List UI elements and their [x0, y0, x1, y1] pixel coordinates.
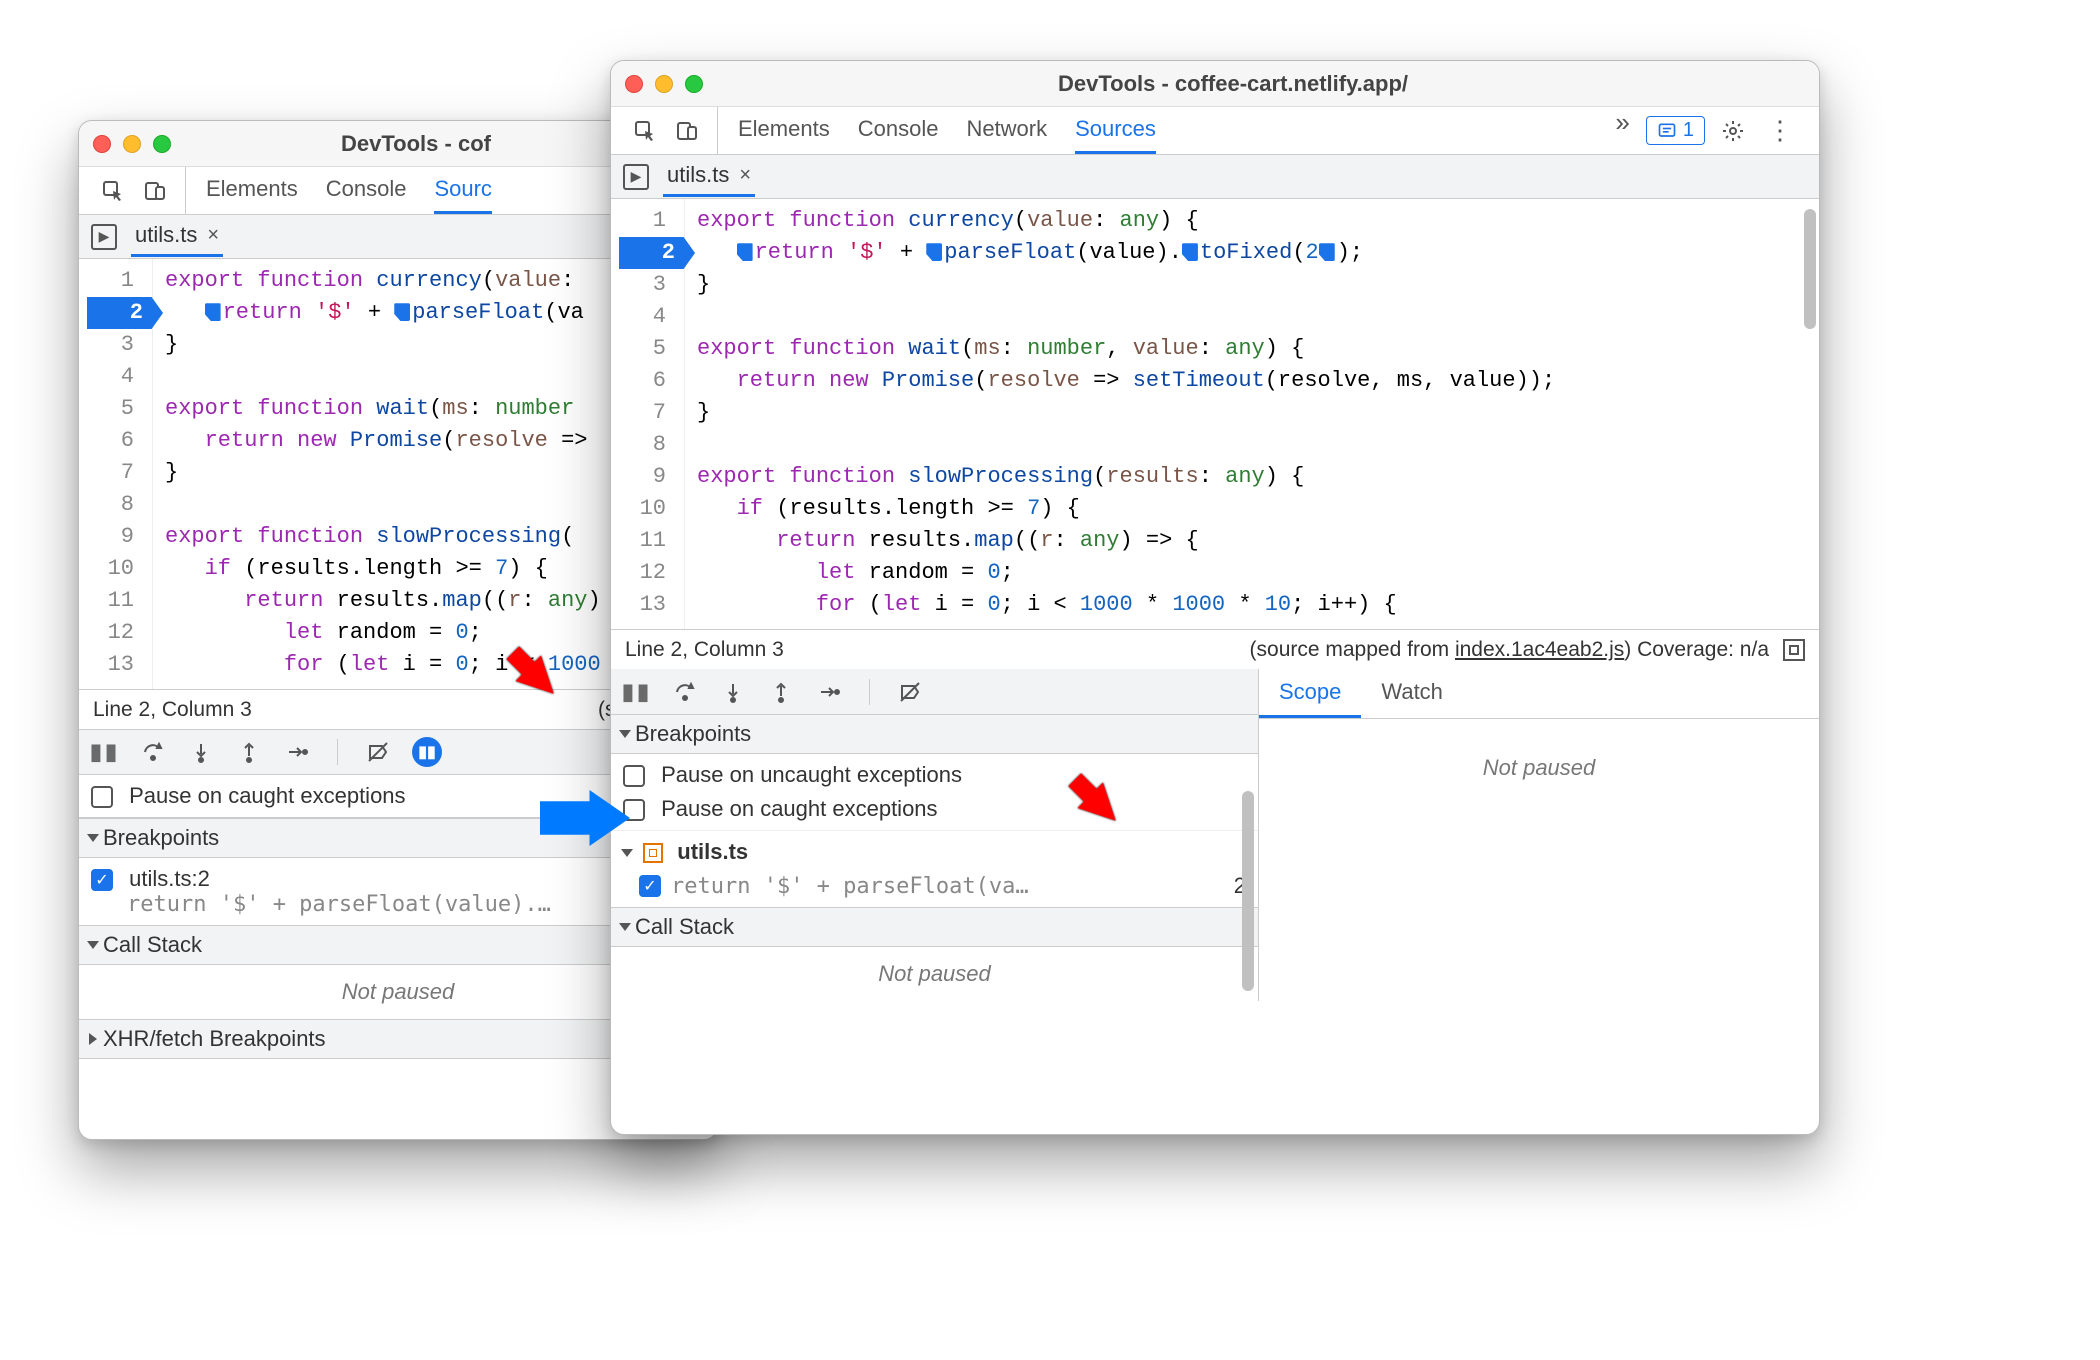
file-tab-label: utils.ts [667, 162, 729, 188]
close-window-icon[interactable] [625, 75, 643, 93]
step-icon[interactable] [283, 738, 311, 766]
cursor-position: Line 2, Column 3 [625, 638, 784, 662]
deactivate-breakpoints-icon[interactable] [364, 738, 392, 766]
debugger-panes: ▮▮ Breakpoints Pause on uncaught excepti… [611, 669, 1819, 1001]
tab-elements[interactable]: Elements [738, 107, 830, 154]
tab-sources[interactable]: Sourc [434, 167, 491, 214]
breakpoint-file: utils.ts [677, 839, 748, 864]
tab-network[interactable]: Network [966, 107, 1047, 154]
close-window-icon[interactable] [93, 135, 111, 153]
editor-statusbar: Line 2, Column 3 (source mapped from ind… [611, 629, 1819, 669]
file-icon [643, 843, 663, 863]
file-tab-utils[interactable]: utils.ts × [131, 216, 223, 257]
step-into-icon[interactable] [187, 738, 215, 766]
file-tabbar: ▶ utils.ts × [611, 155, 1819, 199]
navigator-toggle-icon[interactable]: ▶ [623, 164, 649, 190]
expand-icon[interactable] [1783, 639, 1805, 661]
panel-tabs: Elements Console Sourc [196, 167, 492, 214]
inspect-element-icon[interactable] [631, 117, 659, 145]
issues-count: 1 [1683, 119, 1694, 142]
step-over-icon[interactable] [139, 738, 167, 766]
window-title: DevTools - coffee-cart.netlify.app/ [661, 71, 1805, 97]
line-gutter[interactable]: 12345678910111213 [611, 199, 685, 629]
file-tab-utils[interactable]: utils.ts × [663, 156, 755, 197]
pause-uncaught-checkbox[interactable] [623, 765, 645, 787]
tab-scope[interactable]: Scope [1259, 669, 1361, 718]
device-toolbar-icon[interactable] [141, 177, 169, 205]
tab-console[interactable]: Console [858, 107, 939, 154]
tab-watch[interactable]: Watch [1361, 669, 1463, 718]
breakpoints-header[interactable]: Breakpoints [611, 715, 1258, 754]
breakpoint-file-row[interactable]: utils.ts [611, 830, 1258, 873]
breakpoint-checkbox[interactable]: ✓ [639, 875, 661, 897]
scope-watch-tabs: Scope Watch [1259, 669, 1819, 719]
pause-uncaught-row: Pause on uncaught exceptions [611, 754, 1258, 796]
pause-icon[interactable]: ▮▮ [623, 678, 651, 706]
code-editor[interactable]: 12345678910111213 export function curren… [611, 199, 1819, 629]
panel-tabs: Elements Console Network Sources [728, 107, 1156, 154]
inspect-element-icon[interactable] [99, 177, 127, 205]
pause-on-exceptions-icon[interactable]: ▮▮ [412, 737, 442, 767]
step-out-icon[interactable] [767, 678, 795, 706]
navigator-toggle-icon[interactable]: ▶ [91, 224, 117, 250]
close-icon[interactable]: × [739, 164, 751, 187]
tab-sources[interactable]: Sources [1075, 107, 1156, 154]
breakpoint-location: utils.ts:2 [129, 866, 210, 891]
step-into-icon[interactable] [719, 678, 747, 706]
pause-icon[interactable]: ▮▮ [91, 738, 119, 766]
line-gutter[interactable]: 12345678910111213 [79, 259, 153, 689]
scope-not-paused: Not paused [1259, 719, 1819, 795]
issues-badge[interactable]: 1 [1646, 116, 1705, 145]
devtools-window-new: DevTools - coffee-cart.netlify.app/ Elem… [610, 60, 1820, 1135]
breakpoint-item[interactable]: ✓ return '$' + parseFloat(va… 2 [611, 873, 1258, 907]
deactivate-breakpoints-icon[interactable] [896, 678, 924, 706]
pause-caught-label: Pause on caught exceptions [129, 783, 405, 808]
step-over-icon[interactable] [671, 678, 699, 706]
tab-console[interactable]: Console [326, 167, 407, 214]
code-area[interactable]: export function currency(value: any) { r… [685, 199, 1819, 629]
pause-caught-row: Pause on caught exceptions [611, 796, 1258, 830]
step-icon[interactable] [815, 678, 843, 706]
breakpoint-checkbox[interactable]: ✓ [91, 869, 113, 891]
gear-icon[interactable] [1719, 117, 1747, 145]
pause-caught-label: Pause on caught exceptions [661, 796, 937, 821]
callstack-not-paused: Not paused [611, 947, 1258, 1001]
cursor-position: Line 2, Column 3 [93, 698, 252, 722]
tab-elements[interactable]: Elements [206, 167, 298, 214]
scrollbar-thumb[interactable] [1804, 209, 1816, 329]
more-tabs-icon[interactable]: » [1609, 107, 1635, 154]
scrollbar-thumb[interactable] [1242, 791, 1254, 991]
step-out-icon[interactable] [235, 738, 263, 766]
kebab-menu-icon[interactable]: ⋮ [1761, 115, 1799, 146]
source-map-info: (source mapped from index.1ac4eab2.js) C… [1250, 638, 1769, 662]
debugger-toolbar: ▮▮ [611, 669, 1258, 715]
callstack-header[interactable]: Call Stack [611, 907, 1258, 947]
file-tab-label: utils.ts [135, 222, 197, 248]
main-tabbar: Elements Console Network Sources » 1 ⋮ [611, 107, 1819, 155]
pause-uncaught-label: Pause on uncaught exceptions [661, 762, 962, 787]
device-toolbar-icon[interactable] [673, 117, 701, 145]
close-icon[interactable]: × [207, 224, 219, 247]
pause-caught-checkbox[interactable] [91, 786, 113, 808]
breakpoint-code: return '$' + parseFloat(va… [671, 874, 1234, 899]
source-map-link[interactable]: index.1ac4eab2.js [1455, 638, 1624, 661]
titlebar[interactable]: DevTools - coffee-cart.netlify.app/ [611, 61, 1819, 107]
